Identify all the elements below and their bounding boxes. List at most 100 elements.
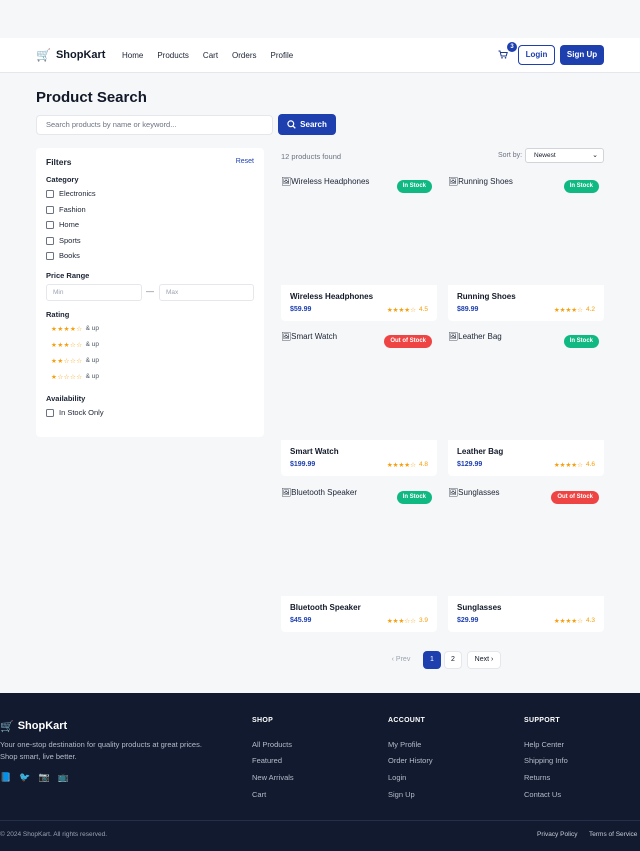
cart-button[interactable]: 3 — [498, 42, 517, 62]
product-image-alt: Leather Bag — [458, 332, 502, 341]
sort-select[interactable]: Newest ⌄ — [525, 148, 604, 163]
signup-button[interactable]: Sign Up — [560, 45, 604, 65]
footer-link-shipping-info[interactable]: Shipping Info — [524, 756, 568, 765]
nav-products[interactable]: Products — [157, 51, 189, 60]
search-button[interactable]: Search — [278, 114, 336, 135]
product-image-alt: Running Shoes — [458, 177, 513, 186]
facebook-icon[interactable]: 📘 — [0, 772, 11, 783]
product-image-alt: Smart Watch — [291, 332, 338, 341]
nav-profile[interactable]: Profile — [271, 51, 294, 60]
footer-link-sign-up[interactable]: Sign Up — [388, 790, 415, 799]
social-links: 📘 🐦 📷 📺 — [0, 772, 69, 783]
login-button[interactable]: Login — [518, 45, 555, 65]
checkbox[interactable] — [46, 251, 54, 260]
rating-label: & up — [85, 357, 100, 364]
terms-of-service-link[interactable]: Terms of Service — [589, 831, 640, 838]
youtube-icon[interactable]: 📺 — [58, 772, 69, 783]
checkbox[interactable] — [46, 205, 54, 214]
star-rating-icon: ★★★★☆ — [386, 462, 416, 469]
footer-link-new-arrivals[interactable]: New Arrivals — [252, 773, 294, 782]
star-rating-icon: ★★★★☆ — [51, 326, 83, 333]
rating-value: 4.8 — [418, 461, 428, 468]
footer-brand[interactable]: 🛒 ShopKart — [0, 720, 67, 733]
category-sports[interactable]: Sports — [46, 236, 81, 245]
star-rating-icon: ★★★★☆ — [386, 307, 416, 314]
brand-logo[interactable]: 🛒 ShopKart — [36, 48, 105, 62]
reset-filters-link[interactable]: Reset — [236, 158, 254, 165]
stock-badge: In Stock — [563, 180, 599, 193]
nav-home[interactable]: Home — [122, 51, 143, 60]
category-fashion[interactable]: Fashion — [46, 205, 86, 214]
rating-option-3[interactable]: ★★★☆☆ & up — [51, 341, 99, 349]
rating-option-1[interactable]: ★☆☆☆☆ & up — [51, 373, 99, 381]
product-price: $199.99 — [290, 461, 316, 468]
instagram-icon[interactable]: 📷 — [38, 772, 49, 783]
footer-link-help-center[interactable]: Help Center — [524, 740, 564, 749]
prev-page-button[interactable]: ‹ Prev — [384, 651, 418, 669]
rating-value: 3.9 — [418, 617, 428, 624]
product-card[interactable]: 🖼Smart Watch Out of Stock Smart Watch $1… — [281, 330, 437, 476]
stock-badge: In Stock — [396, 491, 432, 504]
footer-shop-heading: SHOP — [252, 717, 274, 724]
footer-support-heading: SUPPORT — [524, 717, 560, 724]
page-1-button[interactable]: 1 — [423, 651, 441, 669]
product-price: $129.99 — [457, 461, 483, 468]
product-card[interactable]: 🖼Sunglasses Out of Stock Sunglasses $29.… — [448, 486, 604, 632]
product-image-alt: Bluetooth Speaker — [291, 488, 357, 497]
site-footer: 🛒 ShopKart Your one-stop destination for … — [0, 693, 640, 851]
product-name[interactable]: Bluetooth Speaker — [290, 603, 361, 612]
product-card[interactable]: 🖼Wireless Headphones In Stock Wireless H… — [281, 175, 437, 321]
footer-link-contact-us[interactable]: Contact Us — [524, 790, 561, 799]
nav-cart[interactable]: Cart — [203, 51, 218, 60]
page-2-button[interactable]: 2 — [444, 651, 462, 669]
twitter-icon[interactable]: 🐦 — [19, 772, 30, 783]
product-card[interactable]: 🖼Running Shoes In Stock Running Shoes $8… — [448, 175, 604, 321]
category-heading: Category — [46, 175, 79, 184]
product-card[interactable]: 🖼Leather Bag In Stock Leather Bag $129.9… — [448, 330, 604, 476]
checkbox[interactable] — [46, 408, 54, 417]
product-name[interactable]: Running Shoes — [457, 292, 516, 301]
stock-badge: Out of Stock — [551, 491, 599, 504]
star-rating-icon: ★★★★☆ — [553, 462, 583, 469]
checkbox-label: In Stock Only — [59, 408, 104, 417]
product-card[interactable]: 🖼Bluetooth Speaker In Stock Bluetooth Sp… — [281, 486, 437, 632]
category-books[interactable]: Books — [46, 251, 80, 260]
footer-brand-name: ShopKart — [17, 720, 68, 732]
star-rating-icon: ★★★☆☆ — [386, 618, 416, 625]
rating-option-4[interactable]: ★★★★☆ & up — [51, 325, 99, 333]
star-rating-icon: ★★★★☆ — [553, 307, 583, 314]
category-home[interactable]: Home — [46, 220, 79, 229]
page-title: Product Search — [36, 89, 147, 106]
filters-panel: Filters Reset Category Electronics Fashi… — [36, 148, 264, 437]
footer-link-order-history[interactable]: Order History — [388, 756, 433, 765]
price-max-input[interactable]: Max — [159, 284, 254, 301]
search-input[interactable]: Search products by name or keyword... — [36, 115, 273, 135]
product-name[interactable]: Sunglasses — [457, 603, 501, 612]
footer-link-featured[interactable]: Featured — [252, 756, 282, 765]
rating-option-2[interactable]: ★★☆☆☆ & up — [51, 357, 99, 365]
footer-link-my-profile[interactable]: My Profile — [388, 740, 421, 749]
checkbox[interactable] — [46, 236, 54, 245]
nav-orders[interactable]: Orders — [232, 51, 256, 60]
checkbox[interactable] — [46, 220, 54, 229]
filters-title: Filters — [46, 157, 72, 167]
in-stock-only-filter[interactable]: In Stock Only — [46, 408, 104, 417]
product-name[interactable]: Wireless Headphones — [290, 292, 373, 301]
rating-value: 4.6 — [585, 461, 595, 468]
product-name[interactable]: Leather Bag — [457, 447, 503, 456]
footer-link-returns[interactable]: Returns — [524, 773, 550, 782]
footer-link-cart[interactable]: Cart — [252, 790, 266, 799]
product-name[interactable]: Smart Watch — [290, 447, 339, 456]
checkbox[interactable] — [46, 189, 54, 198]
next-page-button[interactable]: Next › — [467, 651, 501, 669]
footer-divider — [0, 820, 640, 821]
category-electronics[interactable]: Electronics — [46, 189, 96, 198]
price-min-input[interactable]: Min — [46, 284, 142, 301]
footer-link-login[interactable]: Login — [388, 773, 406, 782]
search-button-label: Search — [300, 120, 327, 129]
product-rating: ★★★☆☆ 3.9 — [387, 617, 428, 625]
product-rating: ★★★★☆ 4.6 — [554, 461, 595, 469]
stock-badge: In Stock — [563, 335, 599, 348]
footer-link-all-products[interactable]: All Products — [252, 740, 292, 749]
privacy-policy-link[interactable]: Privacy Policy — [537, 831, 577, 838]
